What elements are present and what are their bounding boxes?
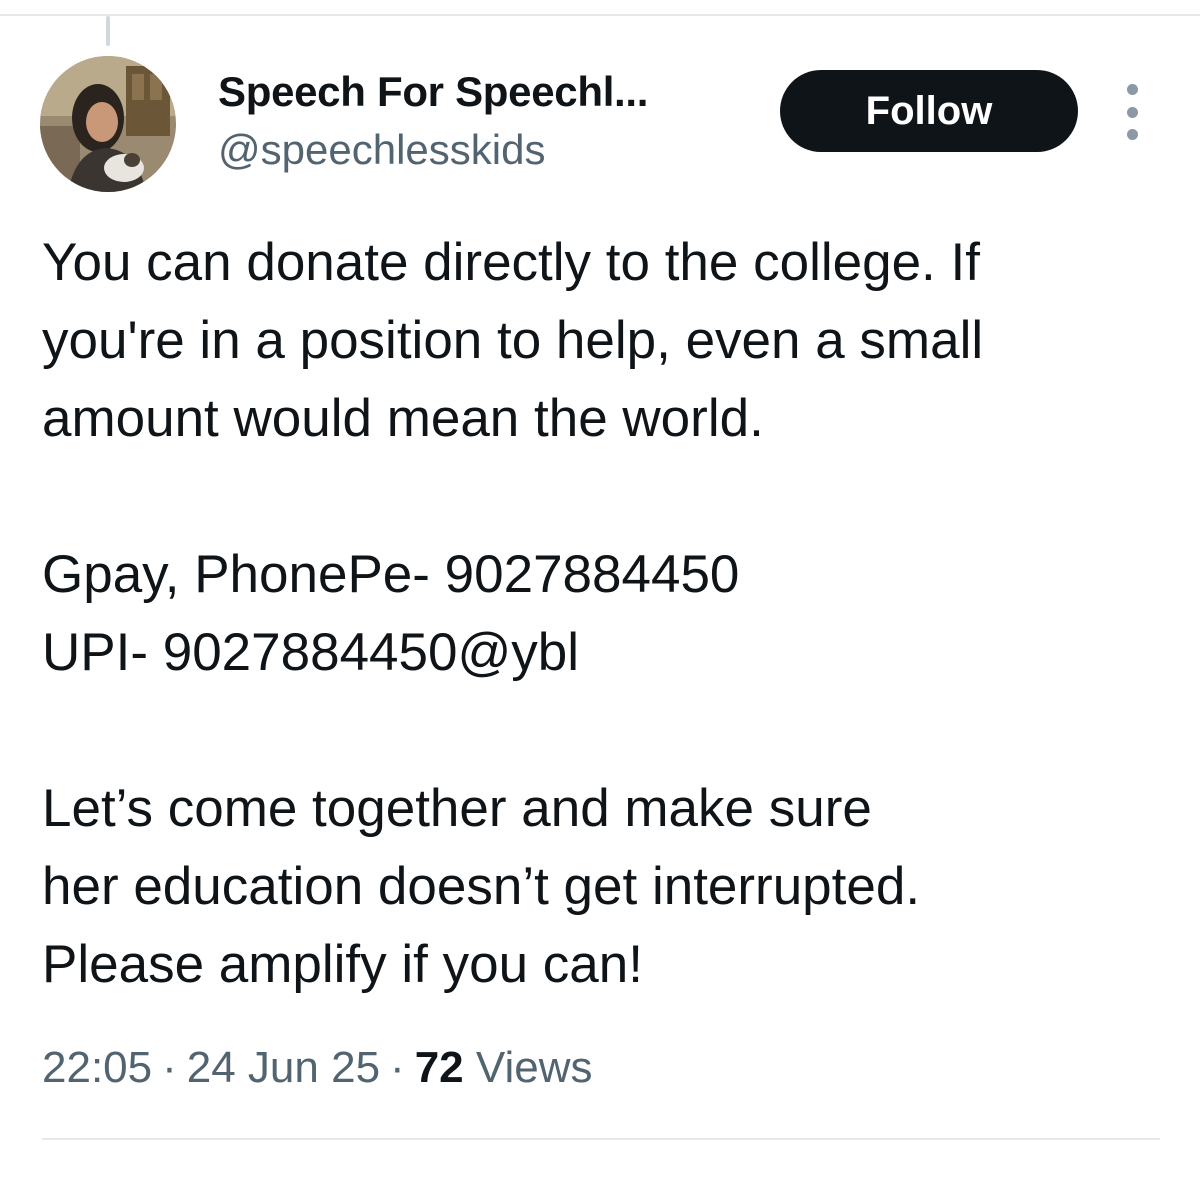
top-divider <box>0 14 1200 16</box>
views-count[interactable]: 72 <box>415 1043 464 1092</box>
tweet-time[interactable]: 22:05 <box>42 1043 152 1092</box>
tweet-line: her education doesn’t get interrupted. <box>42 857 921 916</box>
tweet-line: Please amplify if you can! <box>42 935 643 994</box>
tweet-line: UPI- 9027884450@ybl <box>42 623 580 682</box>
more-dot <box>1126 84 1138 95</box>
tweet-line: You can donate directly to the college. … <box>42 233 980 292</box>
follow-button[interactable]: Follow <box>780 70 1078 152</box>
more-dots-vertical-icon[interactable] <box>1112 84 1152 140</box>
meta-separator: · <box>162 1043 177 1092</box>
meta-separator: · <box>390 1043 405 1092</box>
tweet-meta: 22:05 · 24 Jun 25 · 72 Views <box>42 1036 592 1100</box>
tweet-line: Gpay, PhonePe- 9027884450 <box>42 545 740 604</box>
author-handle[interactable]: @speechlesskids <box>218 122 545 178</box>
tweet-line: Let’s come together and make sure <box>42 779 872 838</box>
tweet-line: you're in a position to help, even a sma… <box>42 311 984 370</box>
tweet-text: You can donate directly to the college. … <box>42 224 1172 1004</box>
bottom-divider <box>42 1138 1160 1140</box>
tweet-date[interactable]: 24 Jun 25 <box>187 1043 380 1092</box>
views-label[interactable]: Views <box>476 1043 593 1092</box>
author-display-name[interactable]: Speech For Speechl... <box>218 64 648 120</box>
avatar-image <box>40 56 176 192</box>
avatar[interactable] <box>40 56 176 192</box>
tweet-line: amount would mean the world. <box>42 389 764 448</box>
more-dot <box>1126 129 1138 140</box>
more-dot <box>1126 106 1138 118</box>
thread-connector-line <box>106 16 110 46</box>
